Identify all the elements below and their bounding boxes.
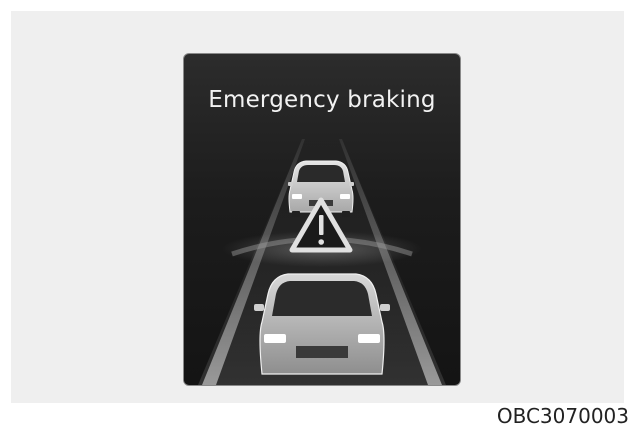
figure-caption-code: OBC3070003	[496, 404, 629, 428]
panel-title: Emergency braking	[208, 87, 436, 113]
own-vehicle-car-icon	[254, 273, 390, 375]
cluster-display-panel: Emergency braking	[183, 53, 461, 386]
